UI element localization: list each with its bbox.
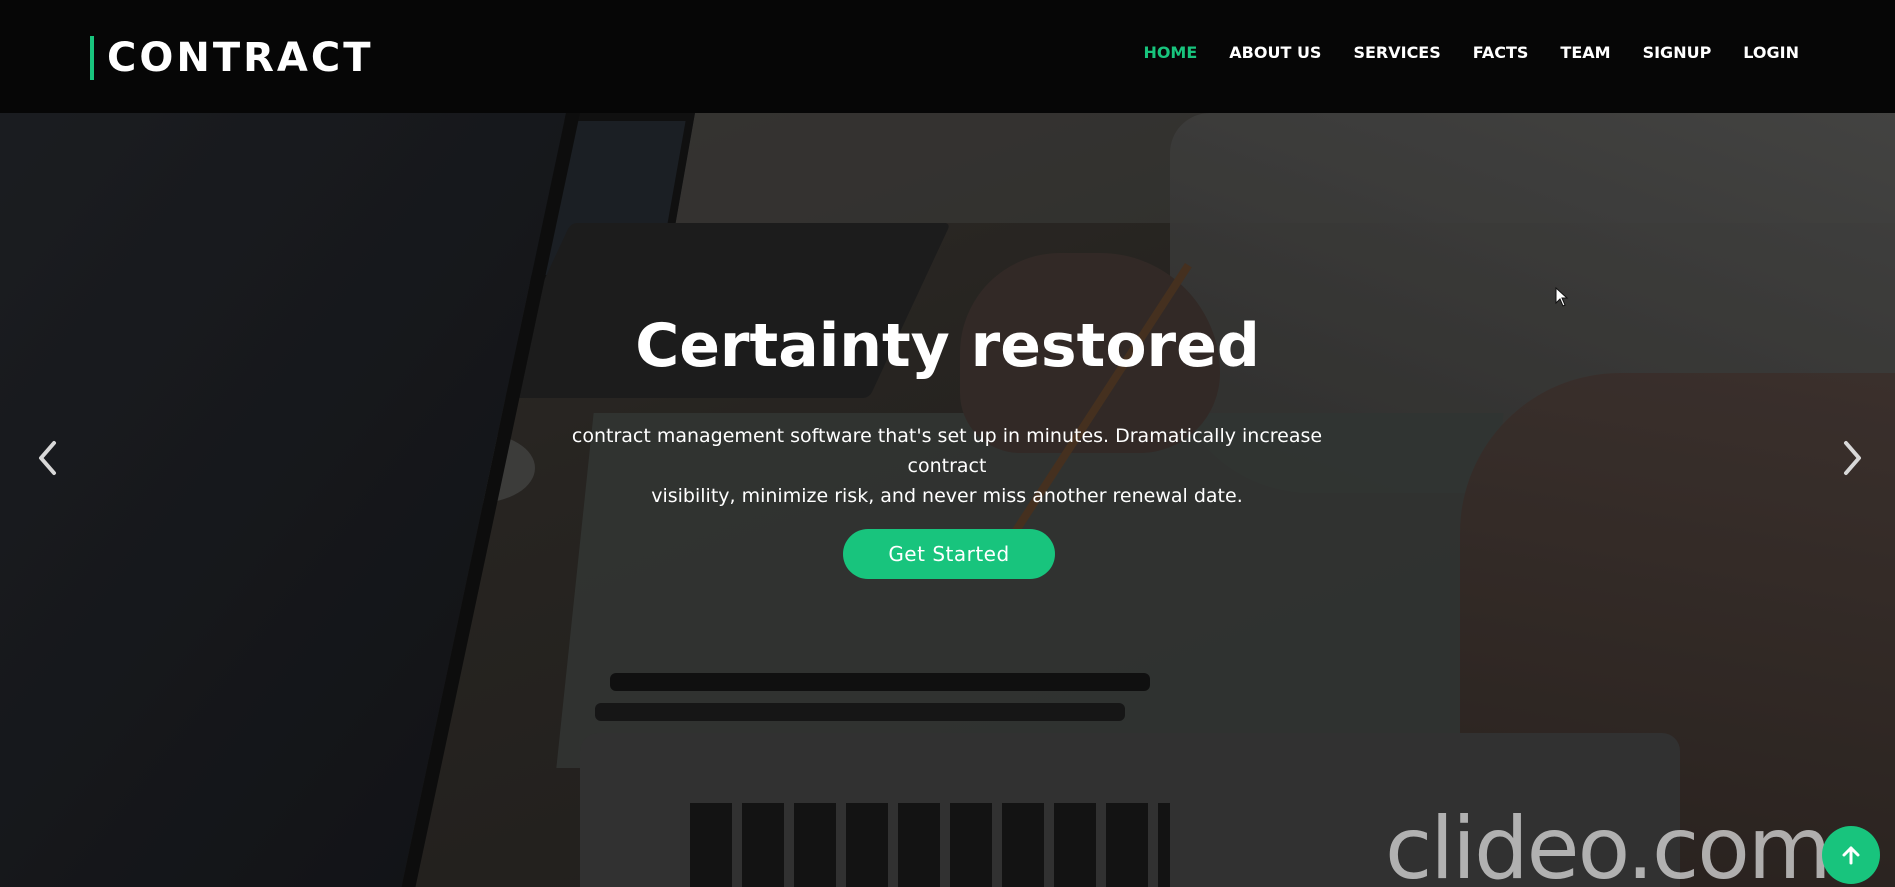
logo[interactable]: CONTRACT <box>90 35 374 81</box>
nav-item-signup[interactable]: SIGNUP <box>1643 43 1712 62</box>
nav-item-team[interactable]: TEAM <box>1560 43 1610 62</box>
nav-item-login[interactable]: LOGIN <box>1743 43 1799 62</box>
hero-subtitle-line-2: visibility, minimize risk, and never mis… <box>651 485 1243 507</box>
hero-subtitle: contract management software that's set … <box>547 421 1347 511</box>
get-started-button[interactable]: Get Started <box>843 529 1055 579</box>
hero-carousel: Certainty restored contract management s… <box>0 113 1895 887</box>
logo-accent-bar <box>90 36 94 80</box>
arrow-up-icon <box>1842 846 1860 865</box>
hero-title: Certainty restored <box>635 311 1260 381</box>
nav-item-facts[interactable]: FACTS <box>1473 43 1529 62</box>
mouse-cursor-icon <box>1555 287 1569 307</box>
hero-subtitle-line-1: contract management software that's set … <box>571 425 1323 477</box>
chevron-right-icon <box>1844 441 1861 475</box>
main-nav: HOME ABOUT US SERVICES FACTS TEAM SIGNUP… <box>1143 43 1799 62</box>
nav-item-home[interactable]: HOME <box>1143 43 1197 62</box>
watermark-text: clideo.com <box>1385 799 1832 887</box>
nav-item-services[interactable]: SERVICES <box>1353 43 1440 62</box>
scroll-to-top-button[interactable] <box>1822 826 1880 884</box>
carousel-next-button[interactable] <box>1832 431 1872 485</box>
carousel-prev-button[interactable] <box>28 431 68 485</box>
logo-text: CONTRACT <box>107 35 374 81</box>
site-header: CONTRACT HOME ABOUT US SERVICES FACTS TE… <box>0 0 1895 113</box>
nav-item-about-us[interactable]: ABOUT US <box>1229 43 1321 62</box>
page: CONTRACT HOME ABOUT US SERVICES FACTS TE… <box>0 0 1895 887</box>
chevron-left-icon <box>39 441 56 475</box>
